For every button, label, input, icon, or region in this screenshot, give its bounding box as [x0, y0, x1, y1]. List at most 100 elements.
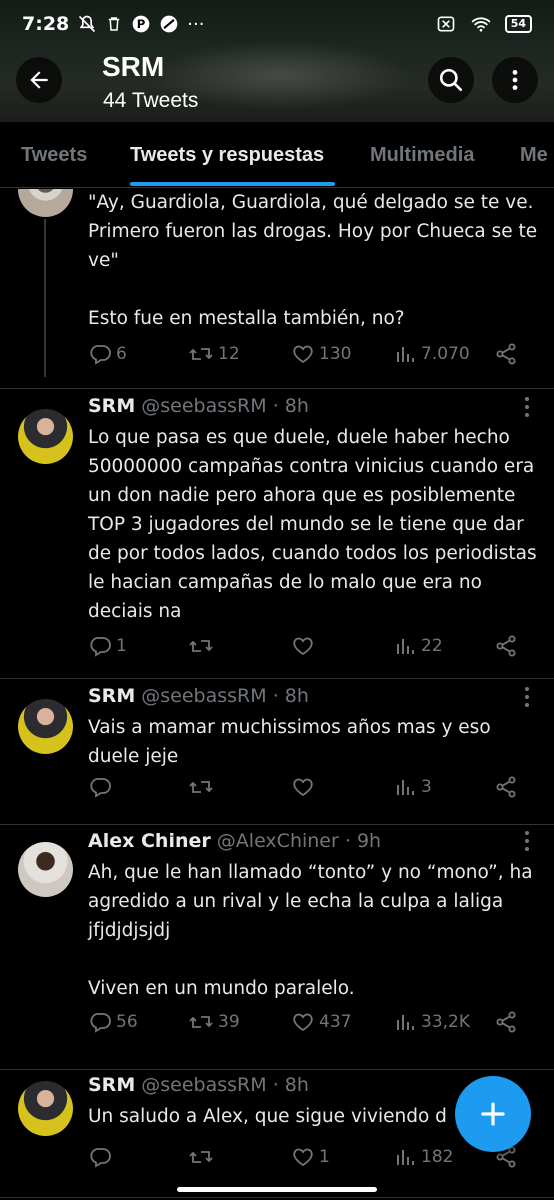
- tab-tweets[interactable]: Tweets: [21, 144, 87, 167]
- share-icon: [496, 1011, 516, 1033]
- views-button[interactable]: 7.070: [395, 339, 470, 369]
- reply-count: 56: [116, 1012, 138, 1032]
- share-button[interactable]: [494, 1007, 518, 1037]
- battery-icon: 54: [504, 15, 532, 33]
- share-button[interactable]: [494, 631, 518, 661]
- author-name[interactable]: SRM: [88, 685, 135, 707]
- author-handle[interactable]: @seebassRM: [141, 1074, 266, 1096]
- tweet-time: 8h: [284, 395, 309, 417]
- tweet-more-button[interactable]: [520, 687, 534, 707]
- retweet-icon: [189, 1151, 213, 1163]
- status-time: 7:28: [22, 13, 70, 35]
- like-count: 437: [319, 1012, 352, 1032]
- avatar[interactable]: [18, 699, 73, 754]
- svg-text:P: P: [137, 17, 146, 31]
- views-button[interactable]: 33,2K: [395, 1007, 470, 1037]
- reply-icon: [90, 778, 111, 798]
- tab-tweets-y-respuestas[interactable]: Tweets y respuestas: [130, 144, 324, 167]
- like-icon: [293, 1148, 313, 1167]
- retweet-button[interactable]: [188, 631, 218, 661]
- share-button[interactable]: [494, 339, 518, 369]
- tweet-time: 9h: [356, 830, 382, 852]
- like-button[interactable]: 1: [291, 1142, 330, 1172]
- author-name[interactable]: SRM: [88, 395, 135, 417]
- tab-me-gusta[interactable]: Me: [520, 144, 548, 167]
- like-icon: [293, 345, 313, 364]
- tweet-text: Ah, que le han llamado “tonto” y no “mon…: [88, 862, 533, 999]
- tweet-count: 44 Tweets: [103, 89, 199, 112]
- tweet-more-button[interactable]: [520, 831, 534, 851]
- like-button[interactable]: 130: [291, 339, 351, 369]
- reply-button[interactable]: [88, 772, 116, 802]
- avatar[interactable]: [18, 842, 73, 897]
- views-icon: [397, 639, 414, 654]
- like-icon: [293, 637, 313, 656]
- author-handle[interactable]: @AlexChiner: [217, 830, 339, 852]
- retweet-icon: [189, 781, 213, 793]
- tweet-item[interactable]: SRM @seebassRM · 8h Lo que pasa es que d…: [0, 389, 554, 679]
- more-vertical-icon: [512, 70, 518, 90]
- reply-button[interactable]: 6: [88, 339, 127, 369]
- like-button[interactable]: 437: [291, 1007, 351, 1037]
- tab-multimedia[interactable]: Multimedia: [370, 144, 474, 167]
- separator-dot: ·: [272, 685, 285, 707]
- reply-icon: [90, 345, 111, 365]
- views-count: 182: [421, 1147, 454, 1167]
- compose-plus-icon: [481, 1102, 505, 1126]
- search-button[interactable]: [428, 57, 474, 103]
- views-button[interactable]: 182: [395, 1142, 453, 1172]
- divider: [0, 1197, 554, 1198]
- views-button[interactable]: 22: [395, 631, 443, 661]
- tweet-item[interactable]: SRM @seebassRM · 8h Vais a mamar muchiss…: [0, 679, 554, 825]
- status-notification-icons: P ···: [77, 14, 204, 35]
- retweet-icon: [189, 348, 213, 360]
- like-count: 1: [319, 1147, 330, 1167]
- views-icon: [397, 780, 414, 795]
- share-icon: [496, 635, 516, 657]
- mute-notification-icon: [79, 15, 96, 33]
- like-button[interactable]: [291, 631, 319, 661]
- author-name[interactable]: SRM: [88, 1074, 135, 1096]
- search-icon: [439, 68, 463, 92]
- author-handle[interactable]: @seebassRM: [141, 395, 266, 417]
- share-button[interactable]: [494, 772, 518, 802]
- retweet-button[interactable]: [188, 772, 218, 802]
- like-icon: [293, 1013, 313, 1032]
- avatar[interactable]: [18, 189, 73, 217]
- retweet-icon: [189, 1016, 213, 1028]
- system-status-bar: 7:28 P ··· 54: [0, 0, 554, 48]
- retweet-count: 39: [218, 1012, 240, 1032]
- tweet-item[interactable]: Alex Chiner @AlexChiner · 9h Ah, que le …: [0, 825, 554, 1070]
- like-button[interactable]: [291, 772, 319, 802]
- avatar[interactable]: [18, 1081, 73, 1136]
- tweet-header: SRM @seebassRM · 8h: [88, 395, 309, 417]
- more-options-button[interactable]: [492, 57, 538, 103]
- tweet-time: 8h: [284, 685, 309, 707]
- views-button[interactable]: 3: [395, 772, 432, 802]
- compose-tweet-button[interactable]: [455, 1076, 531, 1152]
- tweet-header: SRM @seebassRM · 8h: [88, 1074, 309, 1096]
- tweet-feed[interactable]: "Ay, Guardiola, Guardiola, qué delgado s…: [0, 189, 554, 1200]
- home-gesture-bar[interactable]: [177, 1187, 377, 1192]
- retweet-button[interactable]: 39: [188, 1007, 240, 1037]
- views-count: 33,2K: [421, 1012, 470, 1032]
- back-button[interactable]: [16, 57, 62, 103]
- reply-button[interactable]: 56: [88, 1007, 138, 1037]
- share-icon: [496, 776, 516, 798]
- tweet-text: Lo que pasa es que duele, duele haber he…: [88, 427, 543, 622]
- tweet-header: Alex Chiner @AlexChiner · 9h: [88, 830, 381, 852]
- reply-button[interactable]: [88, 1142, 116, 1172]
- retweet-button[interactable]: 12: [188, 339, 240, 369]
- avatar[interactable]: [18, 409, 73, 464]
- thread-connector-line: [44, 219, 46, 377]
- reply-icon: [90, 637, 111, 657]
- tweet-item[interactable]: "Ay, Guardiola, Guardiola, qué delgado s…: [0, 189, 554, 389]
- reply-button[interactable]: 1: [88, 631, 127, 661]
- author-name[interactable]: Alex Chiner: [88, 830, 211, 852]
- reply-icon: [90, 1013, 111, 1033]
- like-count: 130: [319, 344, 352, 364]
- author-handle[interactable]: @seebassRM: [141, 685, 266, 707]
- tweet-more-button[interactable]: [520, 397, 534, 417]
- retweet-button[interactable]: [188, 1142, 218, 1172]
- profile-tabs: Tweets Tweets y respuestas Multimedia Me: [0, 122, 554, 188]
